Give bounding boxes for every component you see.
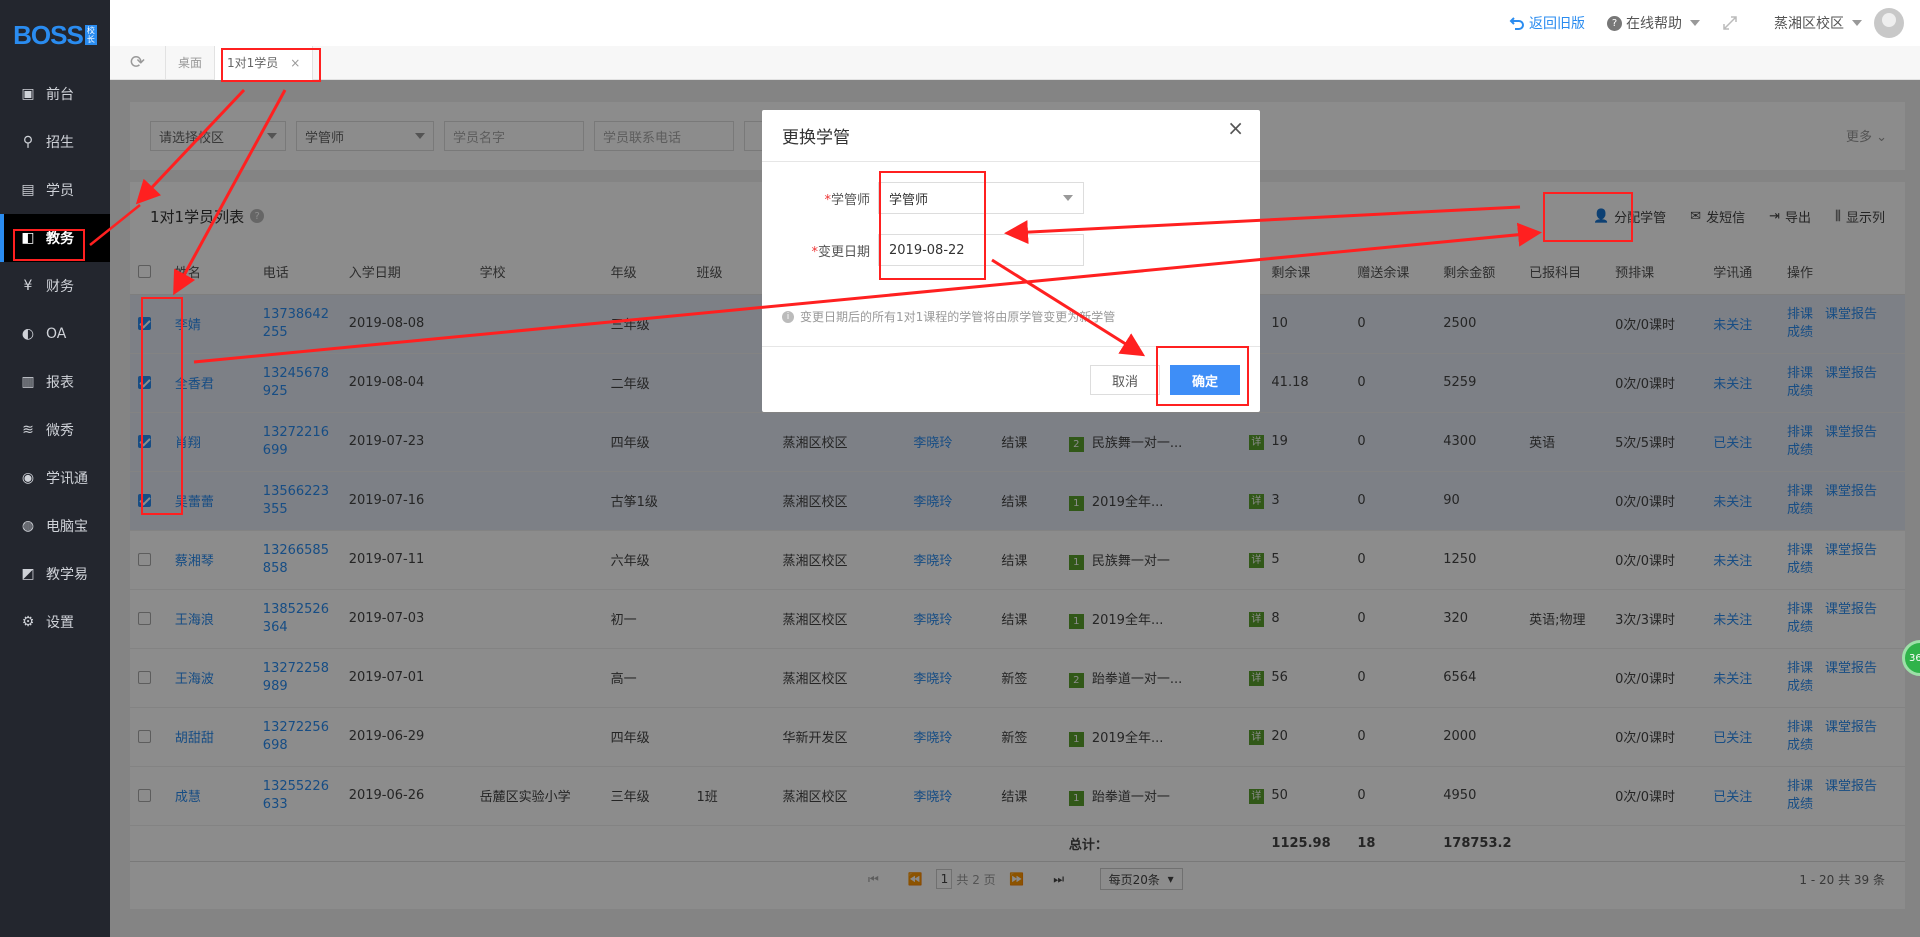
chevron-down-icon <box>1063 195 1073 201</box>
annotation-box-tab <box>221 48 321 82</box>
sidebar-item-label: 教学易 <box>46 567 88 583</box>
calendar-icon: ▣ <box>21 86 35 102</box>
teach-icon: ◩ <box>21 566 35 582</box>
logo[interactable]: BOSS 校长 <box>0 0 110 70</box>
annotation-box-checkboxes <box>141 297 183 515</box>
sidebar-item-label: 设置 <box>46 615 74 631</box>
sidebar-item-8[interactable]: ◉ 学讯通 <box>0 454 110 502</box>
sidebar-item-label: 电脑宝 <box>46 519 88 535</box>
change-date-label: *变更日期 <box>811 244 870 260</box>
back-old-version-label: 返回旧版 <box>1529 16 1585 32</box>
sidebar-item-label: 招生 <box>46 135 74 151</box>
annotation-box-confirm <box>1156 346 1249 406</box>
annotation-box-assign <box>1543 192 1633 242</box>
cancel-button[interactable]: 取消 <box>1090 365 1160 395</box>
refresh-button[interactable]: ⟳ <box>110 45 166 80</box>
logo-text: BOSS <box>13 19 84 50</box>
bar-chart-icon: ▥ <box>21 374 35 390</box>
broadcast-icon: ◍ <box>21 518 35 534</box>
top-header: 返回旧版 ? 在线帮助 蒸湘区校区 <box>110 0 1920 46</box>
sidebar-item-9[interactable]: ◍ 电脑宝 <box>0 502 110 550</box>
logo-badge: 校长 <box>84 25 97 45</box>
user-add-icon: ⚲ <box>22 134 34 150</box>
close-icon[interactable]: × <box>1227 116 1244 140</box>
campus-label: 蒸湘区校区 <box>1774 16 1844 32</box>
sidebar-item-6[interactable]: ▥ 报表 <box>0 358 110 406</box>
tab-desktop[interactable]: 桌面 <box>166 45 216 80</box>
online-help-menu[interactable]: ? 在线帮助 <box>1607 13 1700 33</box>
yen-icon: ¥ <box>23 278 33 294</box>
dialog-tip-text: 变更日期后的所有1对1课程的学管将由原学管变更为新学管 <box>800 310 1116 324</box>
sidebar-item-label: 报表 <box>46 375 74 391</box>
fullscreen-button[interactable] <box>1722 15 1738 31</box>
sidebar-item-2[interactable]: ▤ 学员 <box>0 166 110 214</box>
sidebar-item-5[interactable]: ◐ OA <box>0 310 110 358</box>
manager-field-label: *学管师 <box>824 192 870 208</box>
sidebar-item-label: 微秀 <box>46 423 74 439</box>
sidebar-item-4[interactable]: ¥ 财务 <box>0 262 110 310</box>
sidebar-item-1[interactable]: ⚲ 招生 <box>0 118 110 166</box>
chevron-down-icon <box>1690 20 1700 26</box>
sidebar-item-label: 财务 <box>46 279 74 295</box>
tab-bar: ⟳ 桌面 1对1学员 × <box>110 45 1920 80</box>
location-icon: ◉ <box>21 470 35 486</box>
sidebar-item-label: 学讯通 <box>46 471 88 487</box>
dialog-title: 更换学管 <box>762 110 1260 162</box>
sidebar-item-7[interactable]: ≋ 微秀 <box>0 406 110 454</box>
annotation-box-sidebar <box>13 229 85 261</box>
sidebar-item-10[interactable]: ◩ 教学易 <box>0 550 110 598</box>
sidebar-item-11[interactable]: ⚙ 设置 <box>0 598 110 646</box>
avatar[interactable] <box>1874 8 1904 38</box>
gear-icon: ⚙ <box>21 614 35 630</box>
student-icon: ▤ <box>21 182 35 198</box>
sidebar: BOSS 校长 ▣ 前台 ⚲ 招生 ▤ 学员 ◧ 教务 ¥ 财务 ◐ OA ▥ 报表 ≋ 微秀 ◉ 学讯通 ◍ 电脑宝… <box>0 0 110 937</box>
question-icon: ? <box>1607 15 1622 31</box>
campus-switcher[interactable]: 蒸湘区校区 <box>1774 8 1904 38</box>
wave-icon: ≋ <box>22 422 34 438</box>
toggle-icon: ◐ <box>21 326 35 342</box>
chevron-down-icon <box>1852 20 1862 26</box>
undo-icon <box>1509 17 1524 30</box>
refresh-icon: ⟳ <box>129 52 146 73</box>
sidebar-item-label: 前台 <box>46 87 74 103</box>
back-old-version-link[interactable]: 返回旧版 <box>1509 13 1585 33</box>
sidebar-item-label: OA <box>46 326 67 342</box>
expand-icon <box>1723 16 1737 30</box>
sidebar-item-0[interactable]: ▣ 前台 <box>0 70 110 118</box>
tab-desktop-label: 桌面 <box>178 56 203 70</box>
annotation-box-fields <box>879 171 986 280</box>
sidebar-item-label: 学员 <box>46 183 74 199</box>
dialog-tip: i 变更日期后的所有1对1课程的学管将由原学管变更为新学管 <box>782 308 1115 325</box>
online-help-label: 在线帮助 <box>1626 16 1682 32</box>
info-icon: i <box>782 310 794 323</box>
